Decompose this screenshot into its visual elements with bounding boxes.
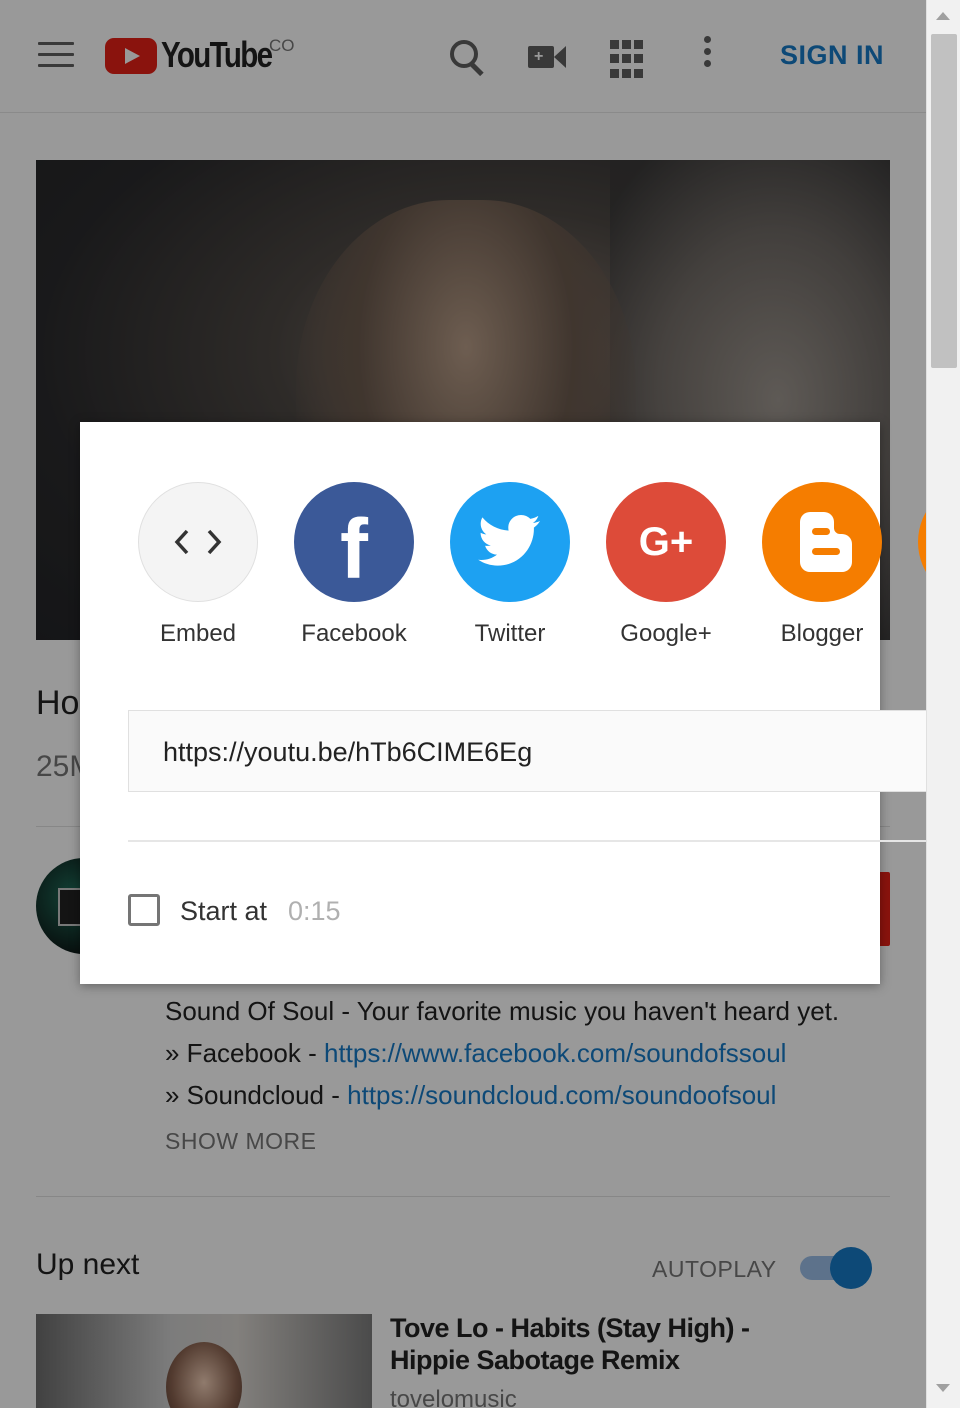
scroll-down-arrow-icon[interactable] bbox=[936, 1384, 950, 1392]
page-scrollbar[interactable] bbox=[926, 0, 960, 1408]
share-dialog bbox=[80, 422, 880, 984]
scroll-up-arrow-icon[interactable] bbox=[936, 12, 950, 20]
scrollbar-thumb[interactable] bbox=[931, 34, 957, 368]
